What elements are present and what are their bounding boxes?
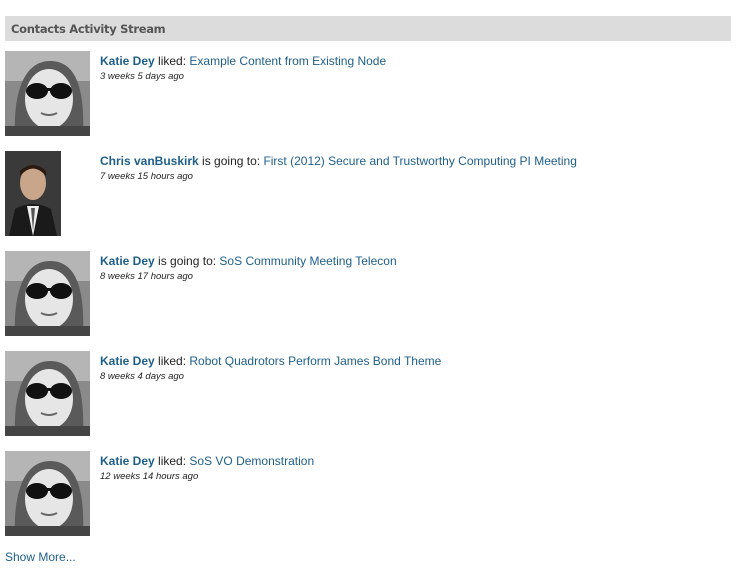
activity-content: Katie Dey liked: SoS VO Demonstration 12…	[100, 454, 720, 483]
contacts-activity-stream-panel: Contacts Activity Stream Katie Dey liked…	[5, 16, 731, 536]
target-link[interactable]: Robot Quadrotors Perform James Bond Them…	[189, 354, 441, 368]
activity-item: Chris vanBuskirk is going to: First (201…	[5, 151, 731, 241]
activity-item: Katie Dey liked: Robot Quadrotors Perfor…	[5, 351, 731, 441]
activity-item: Katie Dey liked: SoS VO Demonstration 12…	[5, 451, 731, 541]
activity-verb: is going to:	[198, 154, 264, 168]
actor-link[interactable]: Chris vanBuskirk	[100, 154, 199, 168]
activity-timestamp: 8 weeks 4 days ago	[100, 371, 184, 382]
chris-avatar-icon[interactable]	[5, 151, 61, 236]
activity-verb: liked:	[154, 54, 190, 68]
activity-item: Katie Dey liked: Example Content from Ex…	[5, 51, 731, 141]
activity-line: Katie Dey liked: SoS VO Demonstration	[100, 454, 720, 469]
activity-verb: liked:	[154, 354, 190, 368]
activity-line: Katie Dey liked: Robot Quadrotors Perfor…	[100, 354, 720, 369]
panel-header: Contacts Activity Stream	[5, 16, 731, 41]
activity-content: Chris vanBuskirk is going to: First (201…	[100, 154, 720, 183]
target-link[interactable]: First (2012) Secure and Trustworthy Comp…	[263, 154, 576, 168]
actor-link[interactable]: Katie Dey	[100, 454, 155, 468]
actor-link[interactable]: Katie Dey	[100, 354, 155, 368]
actor-link[interactable]: Katie Dey	[100, 254, 155, 268]
katie-avatar-icon[interactable]	[5, 451, 90, 536]
actor-link[interactable]: Katie Dey	[100, 54, 155, 68]
target-link[interactable]: SoS Community Meeting Telecon	[219, 254, 396, 268]
show-more-link[interactable]: Show More...	[5, 550, 76, 564]
activity-content: Katie Dey liked: Robot Quadrotors Perfor…	[100, 354, 720, 383]
activity-line: Katie Dey liked: Example Content from Ex…	[100, 54, 720, 69]
katie-avatar-icon[interactable]	[5, 351, 90, 436]
panel-title: Contacts Activity Stream	[11, 21, 166, 36]
katie-avatar-icon[interactable]	[5, 251, 90, 336]
activity-line: Katie Dey is going to: SoS Community Mee…	[100, 254, 720, 269]
activity-timestamp: 7 weeks 15 hours ago	[100, 171, 193, 182]
activity-timestamp: 8 weeks 17 hours ago	[100, 271, 193, 282]
activity-line: Chris vanBuskirk is going to: First (201…	[100, 154, 720, 169]
target-link[interactable]: SoS VO Demonstration	[189, 454, 314, 468]
activity-timestamp: 12 weeks 14 hours ago	[100, 471, 199, 482]
target-link[interactable]: Example Content from Existing Node	[189, 54, 386, 68]
activity-item: Katie Dey is going to: SoS Community Mee…	[5, 251, 731, 341]
activity-timestamp: 3 weeks 5 days ago	[100, 71, 184, 82]
katie-avatar-icon[interactable]	[5, 51, 90, 136]
activity-verb: is going to:	[154, 254, 220, 268]
activity-verb: liked:	[154, 454, 190, 468]
activity-content: Katie Dey is going to: SoS Community Mee…	[100, 254, 720, 283]
activity-content: Katie Dey liked: Example Content from Ex…	[100, 54, 720, 83]
